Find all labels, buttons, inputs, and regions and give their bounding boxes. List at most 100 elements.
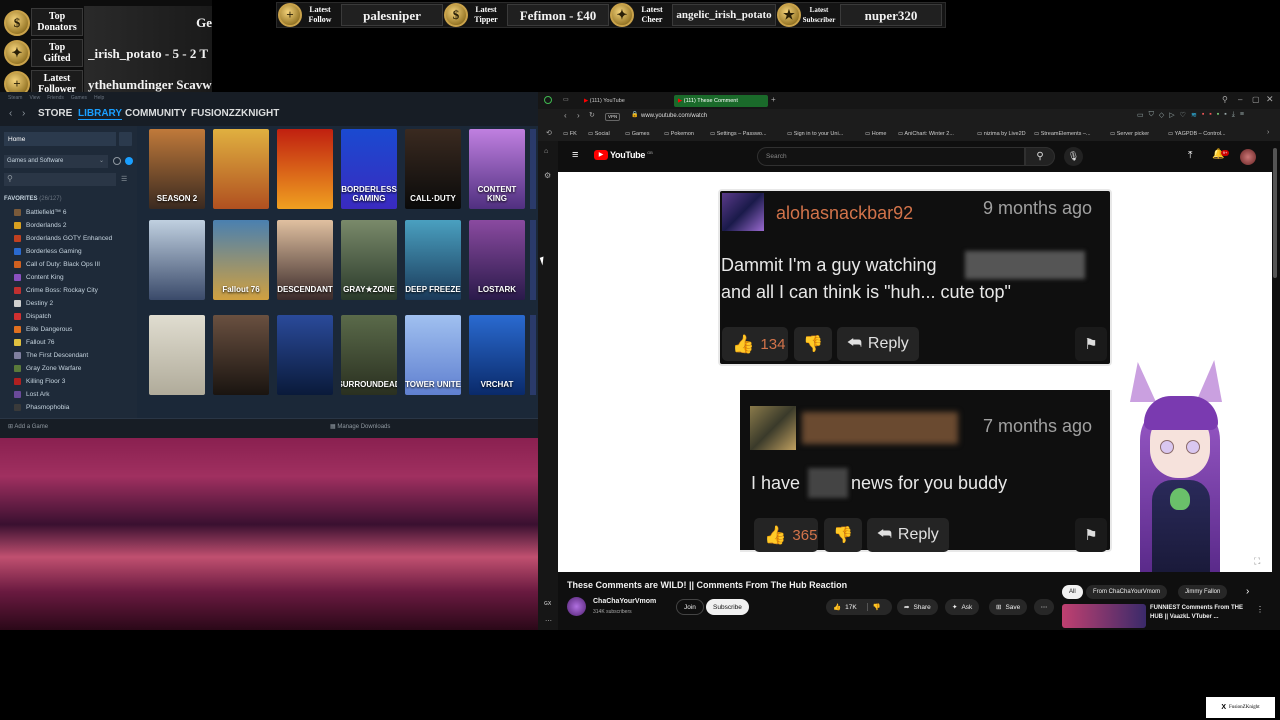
chip-all[interactable]: All (1062, 585, 1083, 599)
sidebar-game-item[interactable]: The First Descendant (0, 349, 137, 362)
play-icon[interactable]: ▷ (1169, 111, 1174, 121)
like-button[interactable]: 👍 365 (754, 518, 818, 552)
join-button[interactable]: Join (676, 599, 704, 615)
youtube-logo[interactable]: ▶ YouTube GB (594, 150, 653, 160)
game-tile[interactable]: BORDERLESS GAMING (341, 129, 397, 209)
grid-view-icon[interactable] (119, 132, 132, 146)
extension-icon[interactable]: ≋ (1191, 111, 1197, 121)
bookmark-item[interactable]: ▭ Settings – Passwo... (710, 131, 767, 137)
sidebar-game-item[interactable]: Lost Ark (0, 388, 137, 401)
bookmark-item[interactable]: ▭ Sign in to your Uni... (787, 131, 843, 137)
search-button[interactable]: ⚲ (1025, 147, 1055, 166)
forward-arrow-icon[interactable]: › (22, 108, 25, 119)
microphone-icon[interactable]: 🎙 (1064, 147, 1083, 166)
reload-icon[interactable]: ↻ (589, 111, 595, 119)
game-tile[interactable] (277, 315, 333, 395)
sidebar-game-item[interactable]: Fallout 76 (0, 336, 137, 349)
bookmark-item[interactable]: ▭ Server picker (1110, 131, 1149, 137)
video-like-count[interactable]: 17K (845, 604, 857, 611)
recommended-thumbnail[interactable] (1062, 604, 1146, 628)
thumbs-up-icon[interactable]: 👍 (833, 603, 841, 611)
menu-steam[interactable]: Steam (8, 95, 22, 102)
heart-icon[interactable]: ♡ (1180, 111, 1186, 121)
game-tile[interactable] (213, 315, 269, 395)
minimize-icon[interactable]: – (1238, 95, 1242, 104)
game-tile-partial[interactable] (530, 315, 536, 395)
sidebar-game-item[interactable]: Borderlands 2 (0, 219, 137, 232)
avatar[interactable] (1240, 149, 1256, 165)
upload-icon[interactable]: ⤒ (1188, 150, 1192, 161)
more-vert-icon[interactable]: ⋮ (1256, 605, 1264, 614)
sidebar-game-item[interactable]: Elite Dangerous (0, 323, 137, 336)
chevron-right-icon[interactable]: › (1246, 586, 1249, 597)
chevron-right-icon[interactable]: › (1267, 129, 1269, 136)
game-tile[interactable]: SURROUNDEAD (341, 315, 397, 395)
back-arrow-icon[interactable]: ‹ (9, 108, 12, 119)
game-tile[interactable] (149, 220, 205, 300)
extension-icon[interactable]: ▪ (1224, 111, 1226, 121)
search-tabs-icon[interactable]: ⚲ (1222, 95, 1228, 104)
sidebar-game-item[interactable]: Killing Floor 3 (0, 375, 137, 388)
sidebar-small-icon[interactable]: GX (544, 601, 551, 607)
clock-icon[interactable] (113, 157, 121, 165)
bookmark-item[interactable]: ▭ Pokemon (664, 131, 694, 137)
game-tile[interactable]: DEEP FREEZE (405, 220, 461, 300)
tab-these-comments[interactable]: ▶ (111) These Comment (674, 95, 768, 107)
nav-username[interactable]: FUSIONZZKNIGHT (191, 108, 279, 119)
extension-icon[interactable]: ▭ (1137, 111, 1144, 121)
game-tile-partial[interactable] (530, 129, 536, 209)
history-icon[interactable]: ⟲ (546, 129, 552, 137)
search-input[interactable]: Search (757, 147, 1025, 166)
sidebar-game-item[interactable]: Destiny 2 (0, 297, 137, 310)
game-tile-partial[interactable] (530, 220, 536, 300)
bookmark-item[interactable]: ▭ Home (865, 131, 886, 137)
channel-avatar[interactable] (567, 597, 586, 616)
flag-button[interactable]: ⚑ (1075, 327, 1107, 361)
download-icon[interactable]: ⤓ (1232, 111, 1235, 121)
tab-youtube[interactable]: ▶ (111) YouTube (580, 95, 672, 107)
new-tab-icon[interactable]: + (771, 95, 776, 104)
thumbs-down-icon[interactable]: 👎 (866, 603, 881, 611)
url-field[interactable]: www.youtube.com/watch (641, 113, 707, 119)
close-icon[interactable]: ✕ (1266, 94, 1274, 105)
menu-icon[interactable]: ≡ (1240, 111, 1244, 121)
favorites-header[interactable]: FAVORITES (26/127) (4, 196, 62, 202)
game-tile[interactable]: CONTENT KING (469, 129, 525, 209)
extension-icon[interactable]: ▪ (1217, 111, 1219, 121)
game-tile[interactable]: DESCENDANT (277, 220, 333, 300)
bookmark-item[interactable]: ▭ nizima by Live2D (977, 131, 1026, 137)
game-tile[interactable]: VRCHAT (469, 315, 525, 395)
bookmark-item[interactable]: ▭ FK (563, 131, 577, 137)
dislike-button[interactable]: 👎 (824, 518, 862, 552)
hamburger-menu-icon[interactable]: ≡ (572, 149, 578, 161)
nav-library[interactable]: LIBRARY (78, 108, 123, 120)
maximize-icon[interactable]: ▢ (1252, 95, 1260, 104)
settings-gear-icon[interactable]: ⚙ (544, 171, 551, 180)
flag-button[interactable]: ⚑ (1075, 518, 1107, 552)
game-tile[interactable]: GRAY★ZONE (341, 220, 397, 300)
dislike-button[interactable]: 👎 (794, 327, 832, 361)
filter-icon[interactable]: ☰ (121, 175, 127, 183)
vpn-badge[interactable]: VPN (605, 113, 621, 121)
bookmark-item[interactable]: ▭ Social (588, 131, 610, 137)
shield-icon[interactable]: ⛉ (1149, 111, 1154, 121)
add-game-button[interactable]: ⊞ Add a Game (8, 423, 48, 430)
reply-button[interactable]: ⮪ Reply (867, 518, 949, 552)
menu-view[interactable]: View (29, 95, 40, 102)
menu-help[interactable]: Help (94, 95, 104, 102)
bookmark-icon[interactable]: ◇ (1159, 111, 1164, 121)
reply-button[interactable]: ⮪ Reply (837, 327, 919, 361)
manage-downloads-button[interactable]: ▦ Manage Downloads (330, 423, 390, 430)
back-arrow-icon[interactable]: ‹ (564, 111, 567, 120)
game-tile[interactable]: LOSTARK (469, 220, 525, 300)
game-tile[interactable] (277, 129, 333, 209)
menu-friends[interactable]: Friends (47, 95, 64, 102)
more-actions-button[interactable]: ⋯ (1034, 599, 1054, 615)
opera-logo-icon[interactable] (544, 96, 552, 104)
menu-games[interactable]: Games (71, 95, 87, 102)
sidebar-game-item[interactable]: Phasmophobia (0, 401, 137, 414)
game-tile[interactable]: CALL·DUTY (405, 129, 461, 209)
sidebar-game-item[interactable]: Crime Boss: Rockay City (0, 284, 137, 297)
sidebar-game-item[interactable]: Borderlands GOTY Enhanced (0, 232, 137, 245)
scrollbar[interactable] (1273, 148, 1277, 278)
